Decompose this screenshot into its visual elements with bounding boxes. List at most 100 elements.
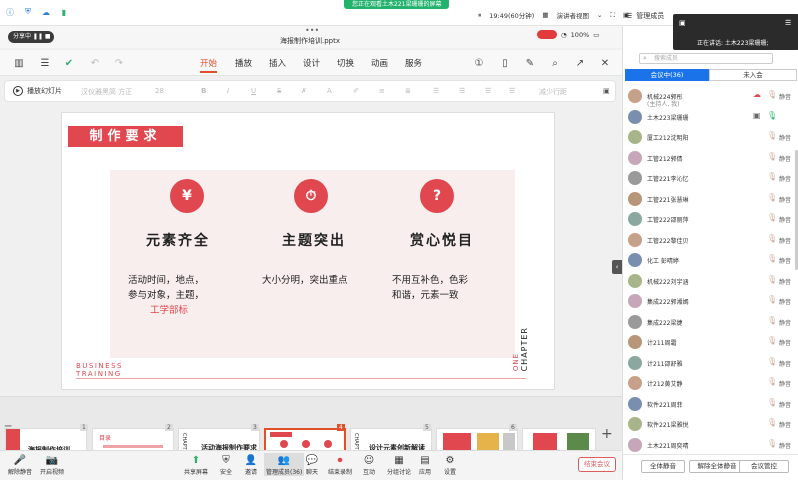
font-size-select[interactable]: 28	[155, 87, 164, 95]
start-video-button[interactable]: 📷 开启视频	[40, 453, 64, 477]
sharing-badge[interactable]: 分享中 ❚❚ ■	[8, 31, 54, 43]
participant-row[interactable]: 软件221梁雅悦 🎙 静音	[627, 416, 797, 436]
microphone-icon[interactable]: 🎙	[767, 418, 777, 427]
unmute-all-button[interactable]: 解除全体静音	[689, 460, 745, 473]
bold-icon[interactable]: B	[201, 87, 206, 95]
microphone-icon[interactable]: 🎙	[767, 172, 777, 181]
mute-all-button[interactable]: 全体静音	[641, 460, 685, 473]
security-button[interactable]: ⛨ 安全	[219, 453, 233, 477]
grid-icon[interactable]: ▣	[679, 19, 686, 27]
participant-row[interactable]: 化工 彭晴婷 🎙 静音	[627, 252, 797, 272]
highlight-icon[interactable]: ✐	[353, 87, 359, 95]
settings-button[interactable]: ⚙ 设置	[443, 453, 457, 477]
pen-icon[interactable]: ✎	[523, 56, 537, 70]
member-search-input[interactable]: 搜索成员	[639, 53, 773, 64]
interact-button[interactable]: ☺ 互动	[362, 453, 376, 477]
microphone-icon[interactable]: 🎙	[767, 254, 777, 263]
strikethrough-icon[interactable]: S	[277, 87, 281, 95]
microphone-icon[interactable]: 🎙	[767, 193, 777, 202]
microphone-icon[interactable]: 🎙	[767, 377, 777, 386]
participant-row[interactable]: 集成222梁婕 🎙 静音	[627, 314, 797, 334]
microphone-icon[interactable]: 🎙	[767, 152, 777, 161]
cloud-icon[interactable]: ☁	[40, 6, 52, 18]
list-icon[interactable]: ≡	[379, 87, 385, 95]
share-icon[interactable]: ↗	[573, 56, 587, 70]
tab-design[interactable]: 设计	[303, 57, 320, 69]
microphone-icon[interactable]: 🎙	[767, 90, 777, 99]
manage-members-button[interactable]: 👥 管理成员(36)	[264, 453, 305, 476]
participant-row[interactable]: 软件221周菲 🎙 静音	[627, 396, 797, 416]
chat-button[interactable]: 💬 聊天	[305, 453, 319, 477]
add-slide-icon[interactable]: +	[601, 426, 613, 442]
tab-in-meeting[interactable]: 会议中(36)	[625, 69, 709, 81]
microphone-icon[interactable]: 🎙	[767, 213, 777, 222]
redo-icon[interactable]: ↷	[112, 56, 126, 70]
participant-row[interactable]: 工管221张慧琳 🎙 静音	[627, 191, 797, 211]
microphone-icon[interactable]: 🎙	[767, 336, 777, 345]
info-icon[interactable]: ⓘ	[4, 6, 16, 18]
fullscreen-icon[interactable]: ⛶	[610, 11, 615, 20]
microphone-icon[interactable]: 🎙	[767, 131, 777, 140]
toolbar-collapse-icon[interactable]: ▣	[603, 87, 610, 95]
meeting-control-dropdown[interactable]: 会议管控	[739, 460, 789, 473]
tab-animation[interactable]: 动画	[371, 57, 388, 69]
clear-format-icon[interactable]: ✗	[301, 87, 307, 95]
invite-button[interactable]: 👤 邀请	[244, 453, 258, 477]
microphone-icon[interactable]: 🎙	[767, 234, 777, 243]
microphone-icon[interactable]: 🎙	[767, 275, 777, 284]
tab-transition[interactable]: 切换	[337, 57, 354, 69]
share-screen-button[interactable]: ⬆ 共享屏幕	[184, 453, 208, 477]
align-left-icon[interactable]: ☰	[433, 87, 439, 95]
view-mode-dropdown[interactable]: 演讲者视图	[556, 10, 589, 20]
unmute-button[interactable]: 🎤 解除静音	[8, 453, 32, 477]
participant-row[interactable]: 计212黄艾静 🎙 静音	[627, 375, 797, 395]
microphone-icon[interactable]: 🎙	[767, 111, 777, 120]
underline-icon[interactable]: U	[251, 87, 256, 95]
stop-recording-button[interactable]: ⏺ 结束录制	[328, 453, 352, 477]
participant-row[interactable]: 工管222邵丽萍 🎙 静音	[627, 211, 797, 231]
participant-row[interactable]: 工管212郭倩 🎙 静音	[627, 150, 797, 170]
numbered-list-icon[interactable]: ≣	[405, 87, 411, 95]
participant-row[interactable]: 厦工212沈明阳 🎙 静音	[627, 129, 797, 149]
participant-row[interactable]: 工管222黎佳贝 🎙 静音	[627, 232, 797, 252]
participant-row[interactable]: 机械224郭彤 (主持人, 我) ☁ 🎙 静音	[627, 88, 797, 108]
play-slides-button[interactable]: ▶ 播放幻灯片	[13, 86, 62, 96]
align-right-icon[interactable]: ☰	[485, 87, 491, 95]
participant-row[interactable]: 工管221李沁忆 🎙 静音	[627, 170, 797, 190]
sidebar-toggle-icon[interactable]: ▥	[12, 56, 26, 70]
end-meeting-button[interactable]: 结束会议	[578, 457, 616, 472]
save-cloud-icon[interactable]: ✔	[62, 56, 76, 70]
align-center-icon[interactable]: ☰	[459, 87, 465, 95]
participant-row[interactable]: 计211邵舒雅 🎙 静音	[627, 355, 797, 375]
undo-icon[interactable]: ↶	[88, 56, 102, 70]
italic-icon[interactable]: I	[227, 87, 229, 95]
line-spacing-control[interactable]: 减少行距	[539, 87, 567, 97]
tab-service[interactable]: 服务	[405, 57, 422, 69]
page-icon[interactable]: ①	[472, 56, 486, 70]
apps-button[interactable]: ▤ 应用	[418, 453, 432, 477]
expand-panel-arrow-icon[interactable]: ‹	[612, 260, 622, 274]
book-icon[interactable]: ▯	[498, 56, 512, 70]
microphone-icon[interactable]: 🎙	[767, 398, 777, 407]
font-family-select[interactable]: 汉仪雅黑简 方正	[81, 87, 132, 97]
microphone-icon[interactable]: 🎙	[767, 439, 777, 448]
participant-row[interactable]: 集成222郭湘嫣 🎙 静音	[627, 293, 797, 313]
more-dots-icon[interactable]: •••	[305, 26, 319, 35]
shield-icon[interactable]: ⛨	[22, 6, 34, 18]
expand-icon[interactable]: ☰	[785, 19, 791, 27]
participant-row[interactable]: 土木223梁珊珊 ▣ 🎙	[627, 109, 797, 129]
font-color-icon[interactable]: A	[327, 87, 332, 95]
search-icon[interactable]: ⌕	[548, 56, 562, 70]
breakout-button[interactable]: ▦ 分组讨论	[387, 453, 411, 477]
slide-canvas[interactable]: 制作要求 ¥ ⏱ ? 元素齐全 主题突出 赏心悦目 活动时间，地点， 参与对象，…	[61, 112, 555, 390]
tab-not-joined[interactable]: 未入会	[709, 69, 797, 81]
tab-insert[interactable]: 插入	[269, 57, 286, 69]
close-icon[interactable]: ✕	[598, 56, 612, 70]
chevron-down-icon[interactable]: ⌄	[597, 11, 602, 19]
microphone-icon[interactable]: 🎙	[767, 357, 777, 366]
microphone-icon[interactable]: 🎙	[767, 295, 777, 304]
participant-row[interactable]: 机械222刘宇涵 🎙 静音	[627, 273, 797, 293]
tab-play[interactable]: 播放	[235, 57, 252, 69]
microphone-icon[interactable]: 🎙	[767, 316, 777, 325]
menu-icon[interactable]: ☰	[38, 56, 52, 70]
